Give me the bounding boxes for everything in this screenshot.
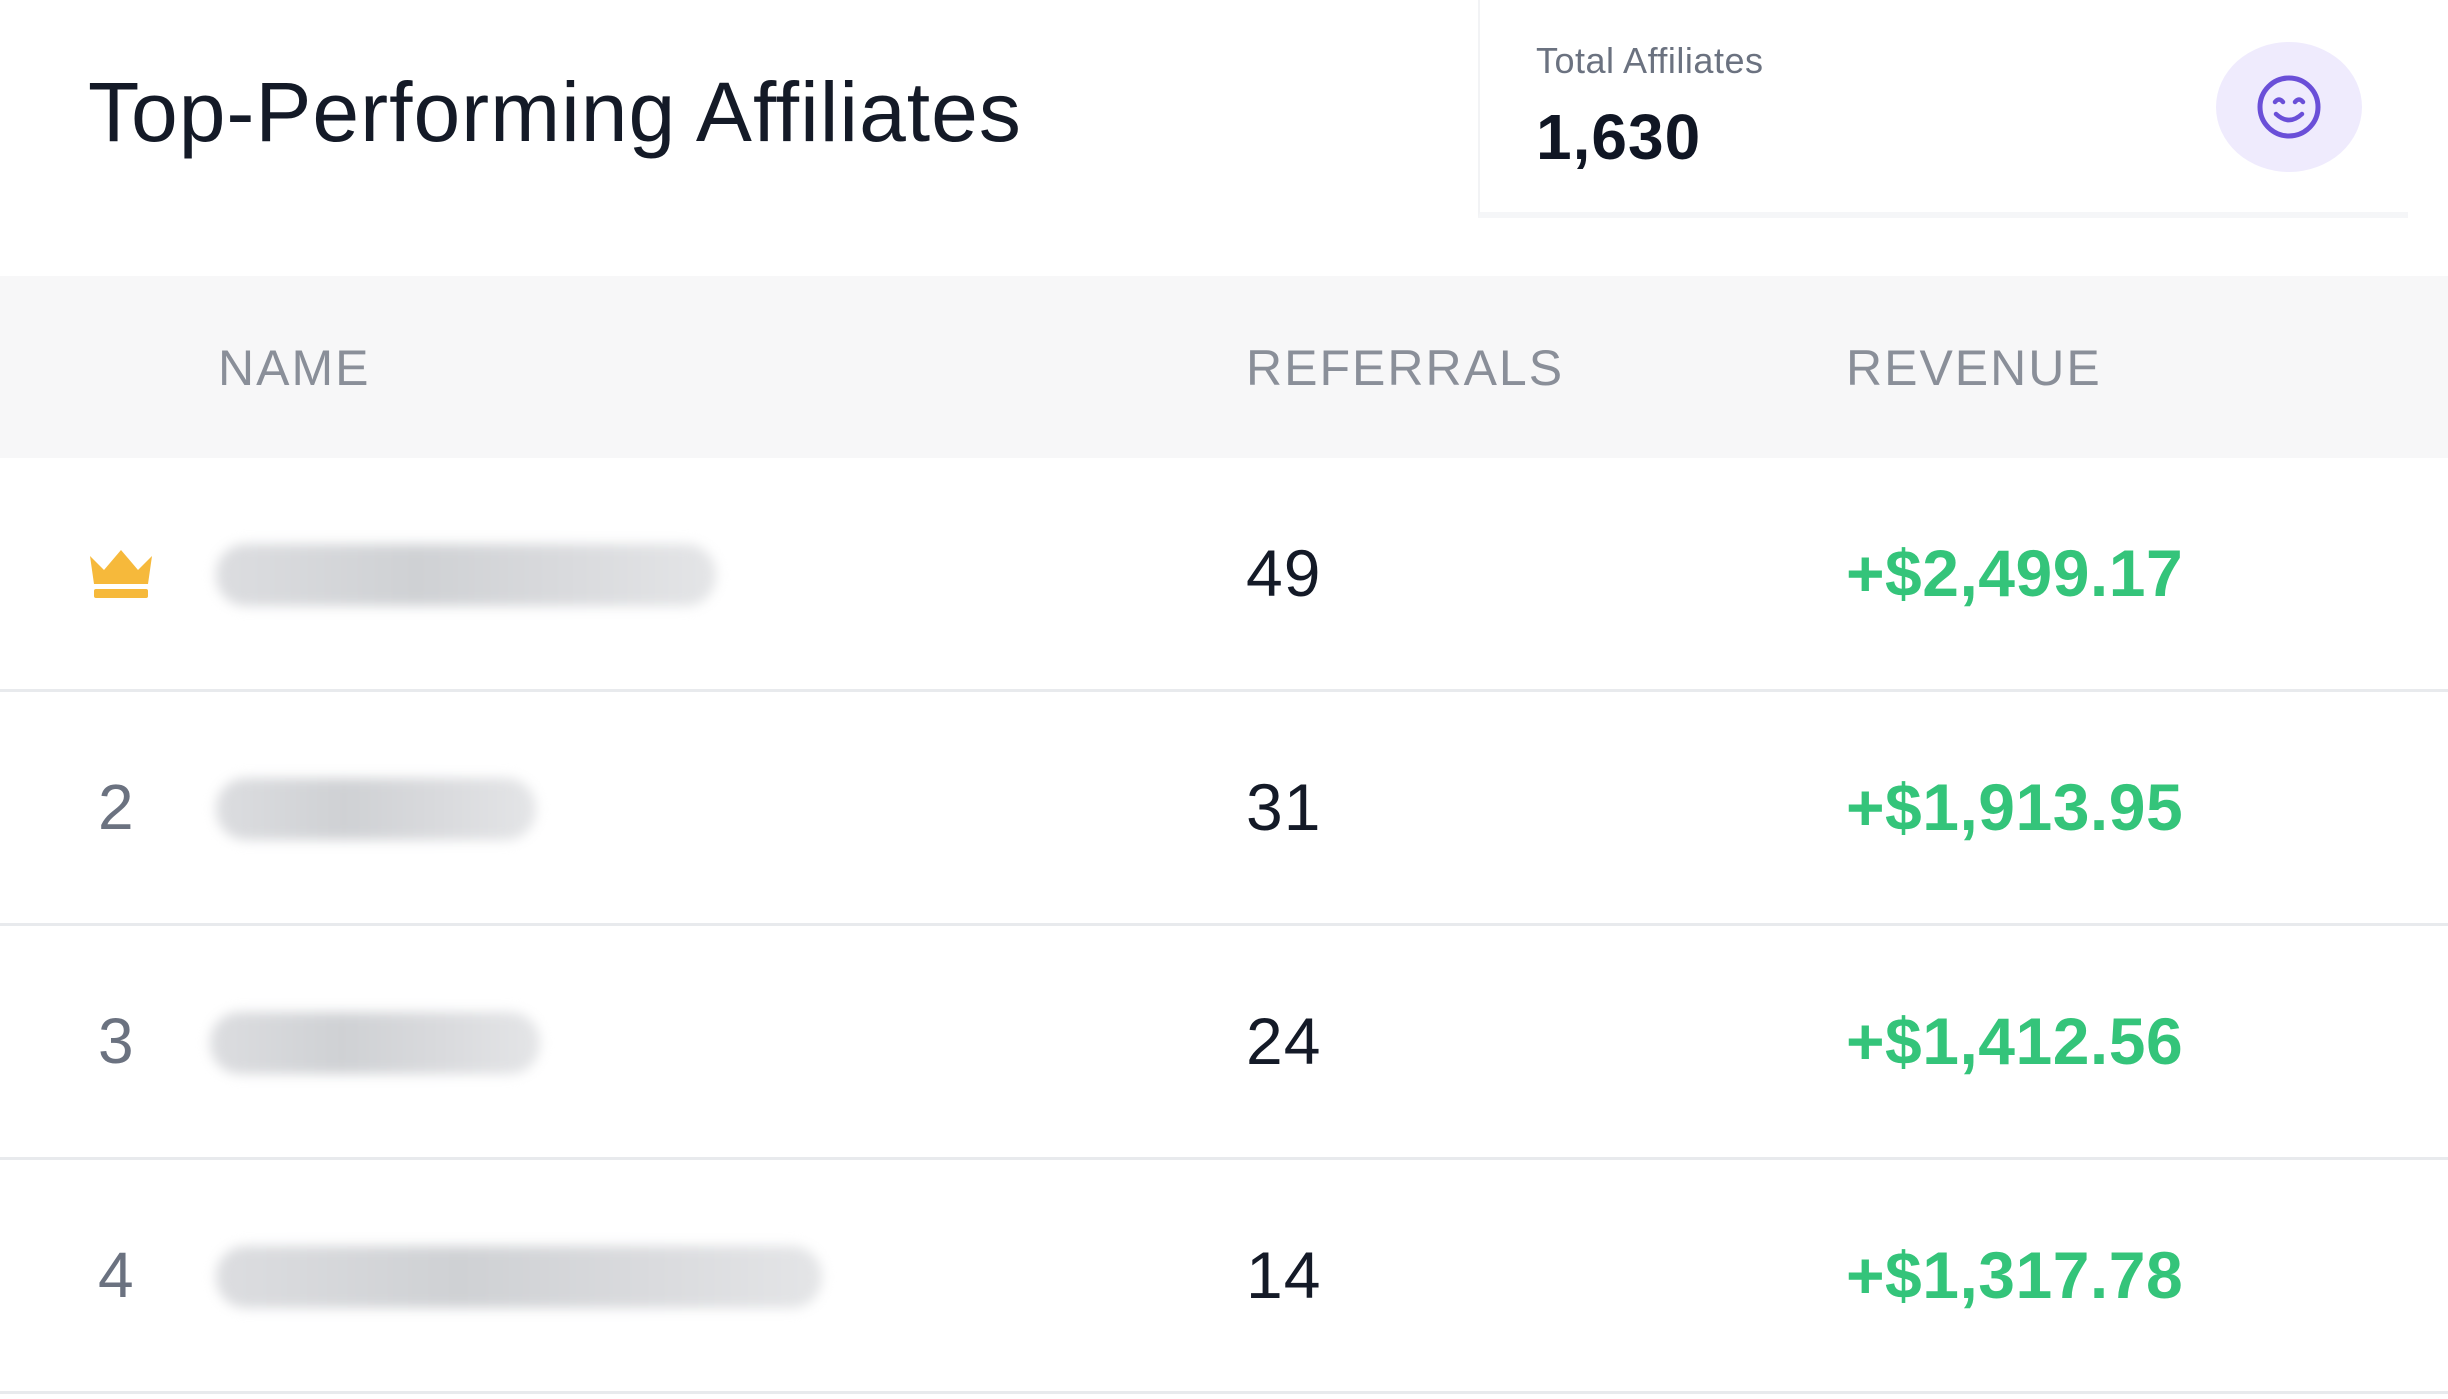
referrals-value: 31 [1246,770,1322,844]
revenue-value: +$2,499.17 [1846,536,2184,610]
smile-icon-badge [2216,42,2362,172]
referrals-value: 24 [1246,1004,1322,1078]
column-header-revenue[interactable]: REVENUE [1846,338,2102,398]
revenue-value: +$1,317.78 [1846,1238,2184,1312]
rank-number: 2 [98,771,134,843]
column-header-referrals[interactable]: REFERRALS [1246,338,1564,398]
table-row[interactable]: 49 +$2,499.17 [0,458,2448,692]
smile-icon [2257,75,2321,139]
stat-label: Total Affiliates [1536,40,1764,81]
page-title: Top-Performing Affiliates [88,65,1022,159]
affiliate-name [216,778,536,840]
crown-icon [90,550,152,598]
rank-number: 4 [98,1239,134,1311]
revenue-value: +$1,412.56 [1846,1004,2184,1078]
table-header: NAME REFERRALS REVENUE [0,276,2448,458]
total-affiliates-card: Total Affiliates 1,630 [1478,0,2408,218]
affiliate-name [216,544,716,606]
table-row[interactable]: 3 24 +$1,412.56 [0,926,2448,1160]
revenue-value: +$1,913.95 [1846,770,2184,844]
table-row[interactable]: 4 14 +$1,317.78 [0,1160,2448,1394]
column-header-name[interactable]: NAME [218,338,370,398]
affiliate-name [210,1012,540,1074]
stat-value: 1,630 [1536,101,1702,173]
rank-number: 3 [98,1005,134,1077]
referrals-value: 14 [1246,1238,1322,1312]
table-row[interactable]: 2 31 +$1,913.95 [0,692,2448,926]
affiliate-name [216,1246,822,1308]
referrals-value: 49 [1246,536,1322,610]
affiliates-panel: Top-Performing Affiliates Total Affiliat… [0,0,2448,1399]
